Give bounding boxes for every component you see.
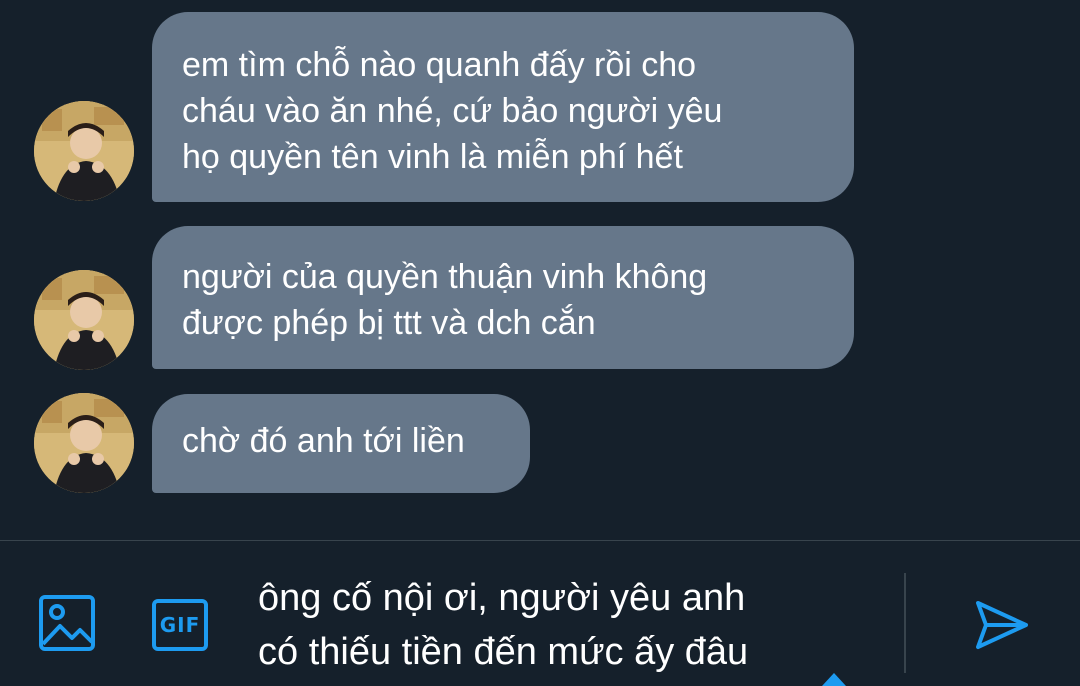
avatar-photo: [34, 393, 134, 493]
conversation: em tìm chỗ nào quanh đấy rồi cho cháu và…: [0, 0, 1080, 540]
avatar-photo: [34, 270, 134, 370]
message-bubble[interactable]: em tìm chỗ nào quanh đấy rồi cho cháu và…: [152, 12, 854, 202]
message-composer: GIF ông cố nội ơi, người yêu anh có thiế…: [0, 540, 1080, 686]
add-gif-button[interactable]: GIF: [150, 595, 210, 655]
message-input[interactable]: ông cố nội ơi, người yêu anh có thiếu ti…: [258, 571, 878, 679]
text-cursor-handle[interactable]: [822, 673, 846, 686]
send-icon: [976, 601, 1028, 649]
add-image-button[interactable]: [37, 593, 97, 653]
gif-label: GIF: [159, 613, 201, 637]
avatar[interactable]: [34, 270, 134, 370]
message-bubble[interactable]: chờ đó anh tới liền: [152, 394, 530, 493]
avatar[interactable]: [34, 393, 134, 493]
send-button[interactable]: [970, 593, 1034, 657]
image-icon: [39, 595, 95, 651]
composer-divider: [904, 573, 906, 673]
gif-icon: GIF: [152, 599, 208, 651]
avatar-photo: [34, 101, 134, 201]
avatar[interactable]: [34, 101, 134, 201]
message-bubble[interactable]: người của quyền thuận vinh không được ph…: [152, 226, 854, 369]
